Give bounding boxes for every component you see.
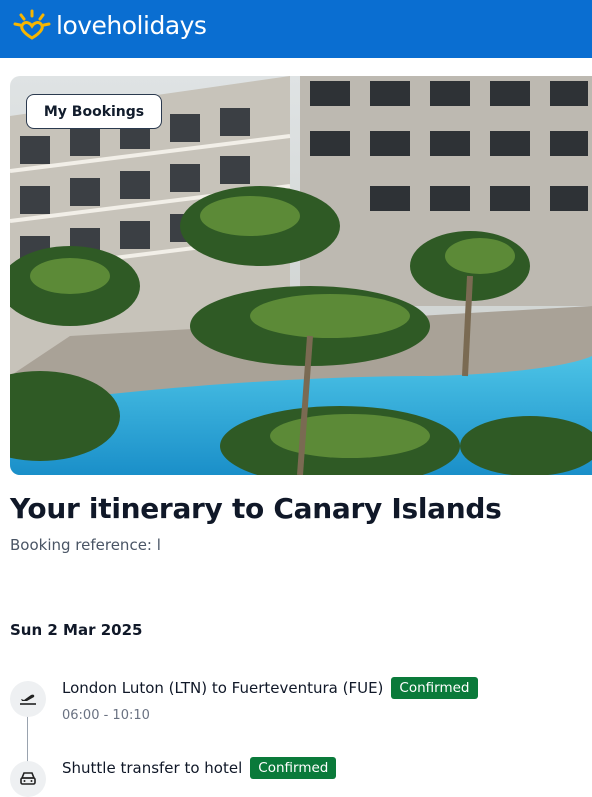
transfer-title: Shuttle transfer to hotel [62, 759, 243, 777]
brand-name: loveholidays [56, 10, 207, 40]
plane-takeoff-icon [10, 681, 46, 717]
my-bookings-button[interactable]: My Bookings [26, 94, 162, 129]
flight-item[interactable]: London Luton (LTN) to Fuerteventura (FUE… [62, 677, 478, 699]
itinerary-title: Your itinerary to Canary Islands [10, 492, 502, 525]
car-icon [10, 761, 46, 797]
hotel-hero-image [10, 76, 592, 475]
itinerary-date: Sun 2 Mar 2025 [10, 621, 143, 639]
booking-reference: Booking reference: l [10, 536, 161, 554]
status-badge: Confirmed [391, 677, 478, 699]
top-bar: loveholidays [0, 0, 592, 58]
transfer-item[interactable]: Shuttle transfer to hotel Confirmed [62, 757, 337, 779]
status-badge: Confirmed [250, 757, 337, 779]
sun-heart-logo-icon [13, 9, 51, 40]
brand-logo[interactable]: loveholidays [12, 8, 207, 42]
flight-time: 06:00 - 10:10 [62, 708, 150, 723]
flight-title: London Luton (LTN) to Fuerteventura (FUE… [62, 679, 384, 697]
